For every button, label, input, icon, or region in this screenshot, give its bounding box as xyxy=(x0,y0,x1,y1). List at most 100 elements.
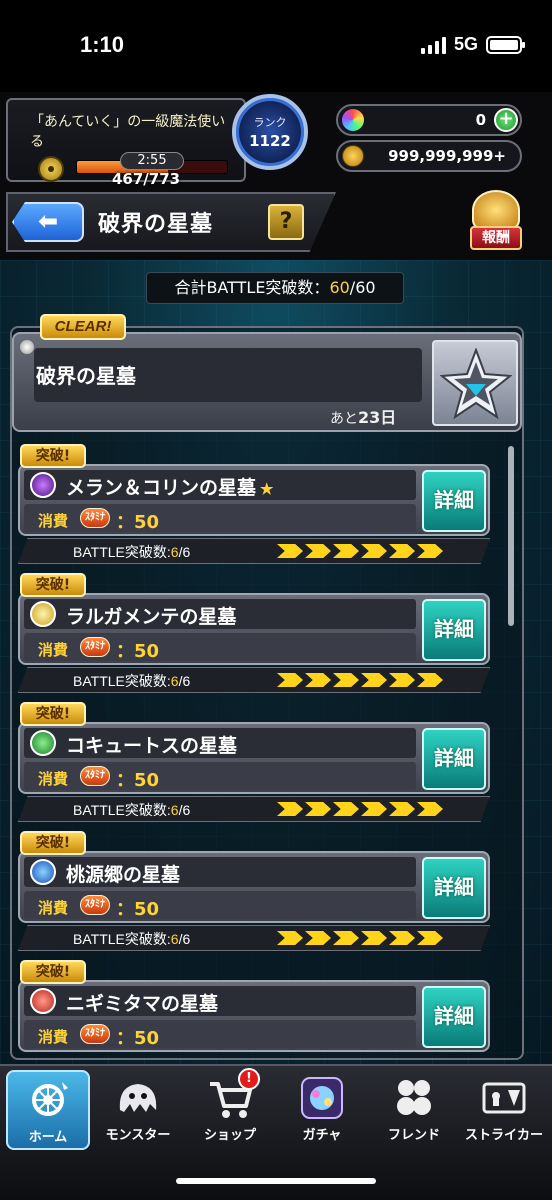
quest-title: 破界の星墓 xyxy=(36,364,136,388)
wood-element-icon xyxy=(30,730,56,756)
status-bar: 1:10 5G xyxy=(0,0,552,92)
cost-label: 消費 xyxy=(38,641,69,659)
battle-progress: BATTLE突破数:6/6 xyxy=(18,667,490,693)
battery-icon xyxy=(486,35,525,54)
stamina-value: 467/773 xyxy=(112,170,181,188)
nav-shop[interactable]: ! ショップ xyxy=(188,1068,272,1150)
quest-card-title: コキュートスの星墓 xyxy=(66,735,238,757)
nav-striker[interactable]: ストライカー xyxy=(462,1070,546,1150)
nav-friend[interactable]: フレンド xyxy=(372,1070,456,1150)
gacha-icon xyxy=(298,1076,346,1120)
detail-button[interactable]: 詳細 xyxy=(422,728,486,790)
stamina-icon: ｽﾀﾐﾅ xyxy=(80,508,110,528)
remaining-prefix: あと xyxy=(330,411,358,427)
player-title: 「あんていく」の一級魔法使いる xyxy=(30,114,226,150)
cost-label: 消費 xyxy=(38,770,69,788)
star-icon: ★ xyxy=(260,480,274,498)
cost-label: 消費 xyxy=(38,512,69,530)
reward-label: 報酬 xyxy=(470,226,522,250)
home-indicator[interactable] xyxy=(176,1178,376,1184)
quest-card-title: ニギミタマの星墓 xyxy=(66,993,219,1015)
rank-badge[interactable]: ランク 1122 xyxy=(232,94,308,170)
cost-value: ：50 xyxy=(116,1028,160,1049)
dark-element-icon xyxy=(30,472,56,498)
detail-button[interactable]: 詳細 xyxy=(422,857,486,919)
page-title: 破界の星墓 xyxy=(98,211,214,237)
signal-icon xyxy=(420,36,446,54)
reward-button[interactable]: 報酬 xyxy=(466,190,526,254)
battle-count: BATTLE突破数:6/6 xyxy=(73,802,191,818)
nav-monster[interactable]: モンスター xyxy=(96,1070,180,1150)
network-type: 5G xyxy=(453,34,478,54)
cart-icon: ! xyxy=(206,1068,260,1120)
stamina-icon: ｽﾀﾐﾅ xyxy=(80,1024,110,1044)
break-tag: 突破! xyxy=(20,831,86,855)
scrollbar[interactable] xyxy=(508,446,514,626)
orb-counter[interactable]: 0 + xyxy=(336,104,522,136)
battle-progress-chevrons xyxy=(277,931,443,945)
detail-button[interactable]: 詳細 xyxy=(422,470,486,532)
stamina-icon: ｽﾀﾐﾅ xyxy=(80,637,110,657)
quest-card-body: ラルガメンテの星墓 消費 ｽﾀﾐﾅ ：50 詳細 xyxy=(18,593,490,665)
home-icon xyxy=(24,1078,72,1122)
stamina-icon: ｽﾀﾐﾅ xyxy=(80,766,110,786)
nav-home[interactable]: ホーム xyxy=(6,1070,90,1150)
star-emblem-icon xyxy=(432,340,518,426)
fire-element-icon xyxy=(30,988,56,1014)
quest-card-body: コキュートスの星墓 消費 ｽﾀﾐﾅ ：50 詳細 xyxy=(18,722,490,794)
quest-card-body: 桃源郷の星墓 消費 ｽﾀﾐﾅ ：50 詳細 xyxy=(18,851,490,923)
back-button[interactable]: ⬅ xyxy=(12,202,84,242)
battle-progress: BATTLE突破数:6/6 xyxy=(18,796,490,822)
detail-button[interactable]: 詳細 xyxy=(422,599,486,661)
total-battle-suffix: /60 xyxy=(349,278,376,297)
back-arrow-icon: ⬅ xyxy=(37,207,59,235)
battle-progress: BATTLE突破数:6/6 xyxy=(18,538,490,564)
battle-count: BATTLE突破数:6/6 xyxy=(73,544,191,560)
rank-value: 1122 xyxy=(249,132,291,150)
water-element-icon xyxy=(30,859,56,885)
battle-count: BATTLE突破数:6/6 xyxy=(73,673,191,689)
quest-card[interactable]: 突破! ニギミタマの星墓 消費 ｽﾀﾐﾅ ：50 詳細 xyxy=(18,960,490,1064)
coin-counter: 999,999,999+ xyxy=(336,140,522,172)
battle-progress-chevrons xyxy=(277,544,443,558)
remaining-value: 23日 xyxy=(358,408,397,427)
quest-card[interactable]: 突破! コキュートスの星墓 消費 ｽﾀﾐﾅ ：50 詳細 BATTLE突破数:6… xyxy=(18,702,490,826)
nav-label: フレンド xyxy=(387,1128,440,1143)
quest-card-body: メラン＆コリンの星墓 ★ 消費 ｽﾀﾐﾅ ：50 詳細 xyxy=(18,464,490,536)
friend-icon xyxy=(390,1076,438,1120)
nav-label: ホーム xyxy=(28,1130,68,1145)
clear-tag: CLEAR! xyxy=(40,314,126,340)
quest-card[interactable]: 突破! 桃源郷の星墓 消費 ｽﾀﾐﾅ ：50 詳細 BATTLE突破数:6/6 xyxy=(18,831,490,955)
medal-icon xyxy=(38,156,64,182)
battle-progress-chevrons xyxy=(277,802,443,816)
quest-stage: 合計BATTLE突破数：60/60 CLEAR! 破界の星墓 あと23日 突破!… xyxy=(0,260,552,1064)
cost-value: ：50 xyxy=(116,770,160,791)
stamina-timer: 2:55 xyxy=(120,152,184,170)
quest-card[interactable]: 突破! ラルガメンテの星墓 消費 ｽﾀﾐﾅ ：50 詳細 BATTLE突破数:6… xyxy=(18,573,490,697)
detail-button[interactable]: 詳細 xyxy=(422,986,486,1048)
notification-badge: ! xyxy=(238,1068,260,1090)
coin-value: 999,999,999+ xyxy=(388,147,506,165)
nav-gacha[interactable]: ガチャ xyxy=(280,1070,364,1150)
cost-label: 消費 xyxy=(38,1028,69,1046)
break-tag: 突破! xyxy=(20,702,86,726)
quest-card[interactable]: 突破! メラン＆コリンの星墓 ★ 消費 ｽﾀﾐﾅ ：50 詳細 BATTLE突破数… xyxy=(18,444,490,568)
battle-progress-chevrons xyxy=(277,673,443,687)
total-battle-current: 60 xyxy=(329,278,350,297)
break-tag: 突破! xyxy=(20,960,86,984)
quest-card-title: メラン＆コリンの星墓 ★ xyxy=(66,477,274,499)
rank-label: ランク xyxy=(253,116,287,129)
break-tag: 突破! xyxy=(20,573,86,597)
quest-card-title: 桃源郷の星墓 xyxy=(66,864,181,886)
striker-icon xyxy=(480,1076,528,1120)
cost-value: ：50 xyxy=(116,641,160,662)
orb-icon xyxy=(342,109,364,131)
battle-progress: BATTLE突破数:6/6 xyxy=(18,925,490,951)
monster-icon xyxy=(114,1076,162,1120)
total-battle-count: 合計BATTLE突破数：60/60 xyxy=(146,272,404,304)
help-button[interactable]: ? xyxy=(268,204,304,240)
add-orb-button[interactable]: + xyxy=(494,108,518,132)
player-info-panel[interactable]: 「あんていく」の一級魔法使いる 2:55 467/773 xyxy=(6,98,246,188)
break-tag: 突破! xyxy=(20,444,86,468)
player-header: 「あんていく」の一級魔法使いる 2:55 467/773 ランク 1122 0 … xyxy=(0,92,552,188)
